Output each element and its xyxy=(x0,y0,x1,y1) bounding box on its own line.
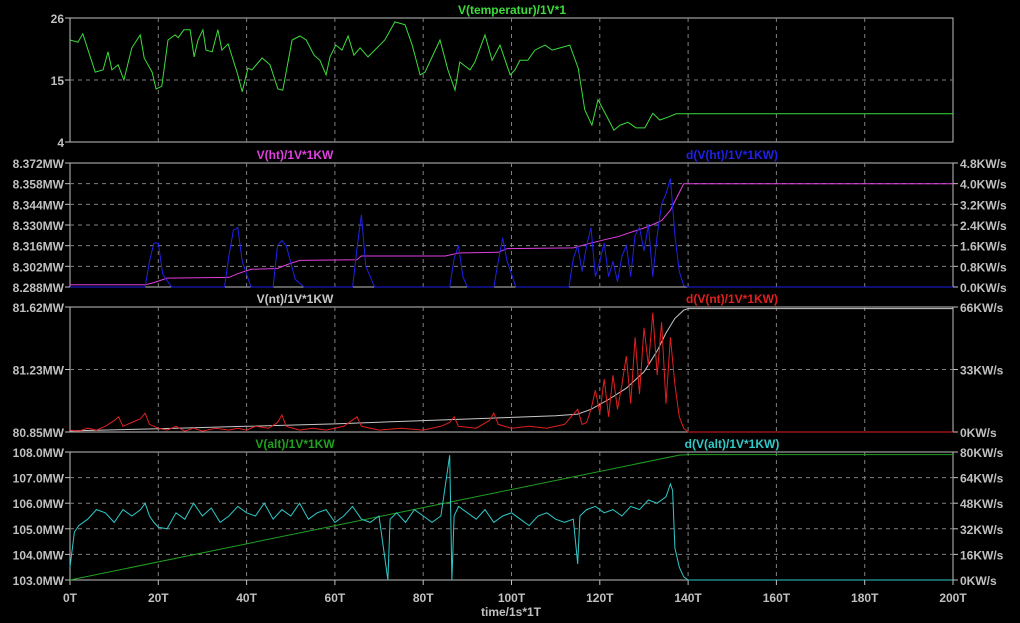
left-tick-label: 80.85MW xyxy=(13,426,65,440)
right-tick-label: 48KW/s xyxy=(960,497,1004,511)
x-tick-label: 20T xyxy=(148,591,169,605)
right-tick-label: 33KW/s xyxy=(960,364,1004,378)
right-tick-label: 32KW/s xyxy=(960,523,1004,537)
waveform-plot[interactable]: 26 15 4 V(temperatur)/1V*1 8.372MW 8.358MW 8.3… xyxy=(0,0,1020,623)
left-tick-label: 105.0MW xyxy=(13,523,65,537)
trace-label[interactable]: d(V(nt)/1V*1KW) xyxy=(686,292,778,306)
x-tick-label: 120T xyxy=(586,591,614,605)
x-tick-label: 160T xyxy=(763,591,791,605)
x-tick-label: 100T xyxy=(498,591,526,605)
x-tick-label: 180T xyxy=(851,591,879,605)
right-tick-label: 4.8KW/s xyxy=(960,157,1007,171)
trace-label[interactable]: V(temperatur)/1V*1 xyxy=(458,3,566,17)
right-tick-label: 0KW/s xyxy=(960,426,997,440)
trace-label[interactable]: d(V(alt)/1V*1KW) xyxy=(685,437,780,451)
right-tick-label: 64KW/s xyxy=(960,472,1004,486)
left-tick-label: 81.23MW xyxy=(13,364,65,378)
left-tick-label: 106.0MW xyxy=(13,497,65,511)
left-tick-label: 15 xyxy=(51,74,65,88)
left-tick-label: 108.0MW xyxy=(13,446,65,460)
x-tick-label: 140T xyxy=(674,591,702,605)
trace-label[interactable]: d(V(ht)/1V*1KW) xyxy=(686,148,778,162)
trace-label[interactable]: V(ht)/1V*1KW xyxy=(257,148,334,162)
right-tick-label: 4.0KW/s xyxy=(960,178,1007,192)
x-tick-label: 60T xyxy=(325,591,346,605)
right-tick-label: 2.4KW/s xyxy=(960,219,1007,233)
left-tick-label: 8.288MW xyxy=(13,281,65,295)
right-tick-label: 66KW/s xyxy=(960,301,1004,315)
trace-label[interactable]: V(nt)/1V*1KW xyxy=(257,292,334,306)
left-tick-label: 8.358MW xyxy=(13,178,65,192)
left-tick-label: 26 xyxy=(51,12,65,26)
right-tick-label: 0.8KW/s xyxy=(960,260,1007,274)
x-tick-label: 200T xyxy=(939,591,967,605)
left-tick-label: 107.0MW xyxy=(13,472,65,486)
right-tick-label: 1.6KW/s xyxy=(960,240,1007,254)
x-tick-label: 80T xyxy=(413,591,434,605)
left-tick-label: 103.0MW xyxy=(13,574,65,588)
left-tick-label: 104.0MW xyxy=(13,548,65,562)
left-tick-label: 8.344MW xyxy=(13,198,65,212)
right-tick-label: 0KW/s xyxy=(960,574,997,588)
left-tick-label: 8.302MW xyxy=(13,260,65,274)
right-tick-label: 16KW/s xyxy=(960,548,1004,562)
x-axis-label: time/1s*1T xyxy=(481,605,542,619)
x-tick-label: 40T xyxy=(236,591,257,605)
left-tick-label: 8.330MW xyxy=(13,219,65,233)
left-tick-label: 8.316MW xyxy=(13,240,65,254)
right-tick-label: 0.0KW/s xyxy=(960,281,1007,295)
right-tick-label: 3.2KW/s xyxy=(960,198,1007,212)
left-tick-label: 8.372MW xyxy=(13,157,65,171)
right-tick-label: 80KW/s xyxy=(960,446,1004,460)
left-tick-label: 4 xyxy=(57,136,64,150)
left-tick-label: 81.62MW xyxy=(13,301,65,315)
trace-label[interactable]: V(alt)/1V*1KW xyxy=(255,437,335,451)
x-tick-label: 0T xyxy=(63,591,78,605)
